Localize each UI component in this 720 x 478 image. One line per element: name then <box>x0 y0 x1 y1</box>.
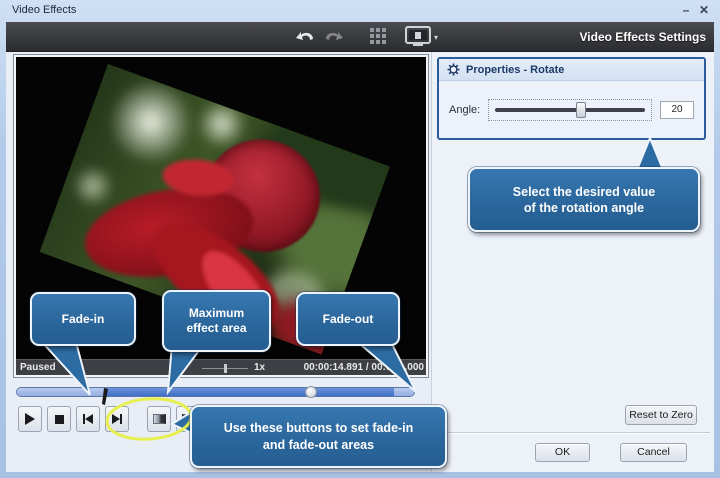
undo-icon[interactable] <box>293 27 317 47</box>
previous-frame-icon <box>83 414 93 424</box>
speed-label: 1x <box>254 362 265 373</box>
seek-segment-after-fade-out <box>394 388 414 396</box>
playback-state-label: Paused <box>20 362 56 373</box>
video-effects-window: Video Effects – ✕ ▾ Video Effects Settin… <box>0 0 720 478</box>
set-fade-in-button[interactable] <box>147 406 171 432</box>
callout-fade-in: Fade-in <box>30 292 136 346</box>
minimize-button[interactable]: – <box>678 2 694 18</box>
time-display: 00:00:14.891 / 00:00 <box>304 362 397 373</box>
callout-fade-in-text: Fade-in <box>62 312 105 327</box>
angle-slider[interactable] <box>488 99 652 121</box>
ok-button[interactable]: OK <box>535 443 590 462</box>
properties-rotate-panel: Properties - Rotate Angle: 20 <box>437 57 706 140</box>
callout-fade-buttons: Use these buttons to set fade-in and fad… <box>190 405 447 468</box>
callout-fade-out-text: Fade-out <box>323 312 374 327</box>
close-button[interactable]: ✕ <box>696 2 712 18</box>
toolbar: ▾ Video Effects Settings <box>6 22 714 52</box>
controls-gap <box>134 406 142 432</box>
play-button[interactable] <box>18 406 42 432</box>
callout-fade-out: Fade-out <box>296 292 400 346</box>
play-icon <box>25 413 35 425</box>
callout-max-line1: Maximum <box>189 306 244 321</box>
angle-slider-track <box>495 108 645 112</box>
callout-max-effect-area: Maximum effect area <box>162 290 271 352</box>
reset-to-zero-button[interactable]: Reset to Zero <box>625 405 697 425</box>
redo-icon[interactable] <box>322 27 346 47</box>
angle-slider-handle[interactable] <box>576 102 586 118</box>
gear-icon <box>447 63 460 76</box>
time-display-tail: .000 <box>405 362 424 373</box>
previous-frame-button[interactable] <box>76 406 100 432</box>
grid-layout-icon[interactable] <box>368 26 392 48</box>
footer-divider <box>437 432 710 434</box>
seek-bar[interactable] <box>16 387 415 397</box>
callout-max-line2: effect area <box>186 321 246 336</box>
main-area: Paused 1x 00:00:14.891 / 00:00 .000 <box>6 52 714 472</box>
speed-slider-handle[interactable] <box>224 364 227 373</box>
transport-controls <box>18 406 200 432</box>
callout-buttons-line2: and fade-out areas <box>263 437 374 454</box>
monitor-dropdown-caret-icon[interactable]: ▾ <box>434 33 438 42</box>
photo-blob <box>65 160 121 213</box>
stop-button[interactable] <box>47 406 71 432</box>
seek-segment-effect-area <box>104 388 394 396</box>
playhead-handle[interactable] <box>305 386 317 398</box>
callout-rotate-line2: of the rotation angle <box>524 200 644 216</box>
titlebar: Video Effects – ✕ <box>0 0 720 22</box>
properties-body: Angle: 20 <box>439 81 704 139</box>
stop-icon <box>55 415 64 424</box>
angle-value-field[interactable]: 20 <box>660 101 694 119</box>
next-frame-button[interactable] <box>105 406 129 432</box>
window-title: Video Effects <box>12 4 76 16</box>
properties-header: Properties - Rotate <box>439 59 704 81</box>
angle-label: Angle: <box>449 104 480 116</box>
preview-statusbar: Paused 1x 00:00:14.891 / 00:00 .000 <box>16 359 426 375</box>
callout-rotation-angle: Select the desired value of the rotation… <box>468 167 700 232</box>
properties-title: Properties - Rotate <box>466 64 564 76</box>
fade-in-icon <box>153 414 166 424</box>
callout-rotate-line1: Select the desired value <box>513 184 655 200</box>
monitor-icon[interactable] <box>404 26 432 48</box>
callout-buttons-line1: Use these buttons to set fade-in <box>224 420 414 437</box>
cancel-button[interactable]: Cancel <box>620 443 687 462</box>
settings-title: Video Effects Settings <box>580 30 706 44</box>
seek-segment-before-fade-in <box>17 388 104 396</box>
next-frame-icon <box>112 414 122 424</box>
